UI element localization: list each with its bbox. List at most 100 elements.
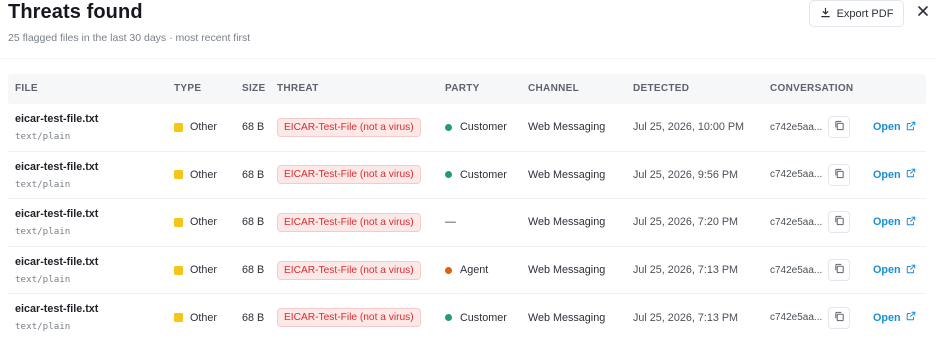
external-link-icon bbox=[906, 311, 916, 324]
channel-label: Web Messaging bbox=[528, 168, 606, 181]
copy-conversation-button[interactable] bbox=[828, 211, 851, 234]
external-link-icon bbox=[906, 264, 916, 277]
table-row: eicar-test-file.txt text/plain Other 68 … bbox=[8, 294, 926, 339]
table-body: eicar-test-file.txt text/plain Other 68 … bbox=[8, 104, 926, 339]
type-color-square bbox=[174, 313, 183, 323]
open-conversation-link[interactable]: Open bbox=[873, 121, 916, 134]
column-header-party: PARTY bbox=[445, 83, 480, 94]
channel-label: Web Messaging bbox=[528, 264, 606, 277]
party-cell: — bbox=[445, 199, 456, 246]
conversation-cell: c742e5aa... bbox=[770, 294, 851, 339]
type-cell: Other bbox=[174, 199, 217, 246]
file-mime-type: text/plain bbox=[15, 273, 71, 285]
close-button[interactable] bbox=[913, 2, 933, 24]
copy-conversation-button[interactable] bbox=[828, 259, 851, 282]
file-mime-type: text/plain bbox=[15, 131, 71, 142]
copy-icon bbox=[834, 168, 845, 182]
file-mime-type: text/plain bbox=[15, 178, 71, 190]
type-cell: Other bbox=[174, 152, 217, 199]
open-conversation-link[interactable]: Open bbox=[873, 168, 916, 181]
type-color-square bbox=[174, 265, 183, 275]
external-link-icon bbox=[906, 168, 916, 181]
threat-badge: EICAR-Test-File (not a virus) bbox=[277, 260, 421, 280]
detected-timestamp: Jul 25, 2026, 7:13 PM bbox=[633, 264, 739, 277]
file-size: 68 B bbox=[242, 168, 265, 181]
file-size: 68 B bbox=[242, 311, 265, 324]
copy-conversation-button[interactable] bbox=[828, 306, 851, 329]
threats-table: FILE TYPE SIZE THREAT PARTY CHANNEL DETE… bbox=[8, 74, 926, 339]
copy-conversation-button[interactable] bbox=[828, 163, 851, 186]
detected-timestamp: Jul 25, 2026, 9:56 PM bbox=[633, 168, 739, 181]
type-label: Other bbox=[190, 264, 218, 277]
party-label: Customer bbox=[460, 121, 507, 134]
open-cell: Open bbox=[873, 294, 916, 339]
type-cell: Other bbox=[174, 294, 217, 339]
open-cell: Open bbox=[873, 152, 916, 199]
type-label: Other bbox=[190, 121, 218, 134]
column-header-conversation: CONVERSATION bbox=[770, 83, 854, 94]
file-size: 68 B bbox=[242, 121, 265, 134]
copy-icon bbox=[834, 215, 845, 229]
party-status-dot bbox=[445, 123, 452, 131]
conversation-cell: c742e5aa... bbox=[770, 104, 851, 151]
open-label: Open bbox=[873, 311, 901, 324]
party-cell: Customer bbox=[445, 104, 507, 151]
table-row: eicar-test-file.txt text/plain Other 68 … bbox=[8, 152, 926, 200]
open-label: Open bbox=[873, 168, 901, 181]
party-label: Agent bbox=[460, 264, 489, 277]
threat-badge: EICAR-Test-File (not a virus) bbox=[277, 117, 421, 137]
conversation-id: c742e5aa... bbox=[770, 264, 823, 276]
file-mime-type: text/plain bbox=[15, 321, 71, 333]
file-name: eicar-test-file.txt bbox=[15, 303, 99, 316]
open-label: Open bbox=[873, 121, 901, 134]
file-size: 68 B bbox=[242, 216, 265, 229]
party-label: — bbox=[445, 216, 456, 229]
detected-timestamp: Jul 25, 2026, 10:00 PM bbox=[633, 121, 745, 134]
type-label: Other bbox=[190, 311, 218, 324]
party-label: Customer bbox=[460, 168, 507, 181]
threat-cell: EICAR-Test-File (not a virus) bbox=[277, 199, 421, 246]
file-name: eicar-test-file.txt bbox=[15, 255, 99, 268]
party-cell: Agent bbox=[445, 247, 488, 294]
open-label: Open bbox=[873, 264, 901, 277]
export-pdf-button[interactable]: Export PDF bbox=[809, 0, 904, 27]
external-link-icon bbox=[906, 121, 916, 134]
open-cell: Open bbox=[873, 247, 916, 294]
close-icon bbox=[917, 4, 929, 22]
file-name: eicar-test-file.txt bbox=[15, 160, 99, 173]
open-conversation-link[interactable]: Open bbox=[873, 216, 916, 229]
type-cell: Other bbox=[174, 247, 217, 294]
party-status-dot bbox=[445, 266, 452, 274]
channel-label: Web Messaging bbox=[528, 311, 606, 324]
table-row: eicar-test-file.txt text/plain Other 68 … bbox=[8, 247, 926, 295]
party-status-dot bbox=[445, 171, 452, 179]
column-header-detected: DETECTED bbox=[633, 83, 690, 94]
channel-label: Web Messaging bbox=[528, 216, 606, 229]
party-label: Customer bbox=[460, 311, 507, 324]
open-cell: Open bbox=[873, 104, 916, 151]
column-header-channel: CHANNEL bbox=[528, 83, 579, 94]
open-conversation-link[interactable]: Open bbox=[873, 264, 916, 277]
conversation-id: c742e5aa... bbox=[770, 121, 823, 133]
open-cell: Open bbox=[873, 199, 916, 246]
open-conversation-link[interactable]: Open bbox=[873, 311, 916, 324]
table-row: eicar-test-file.txt text/plain Other 68 … bbox=[8, 199, 926, 247]
conversation-id: c742e5aa... bbox=[770, 312, 823, 324]
conversation-id: c742e5aa... bbox=[770, 216, 823, 228]
copy-icon bbox=[834, 311, 845, 325]
type-label: Other bbox=[190, 168, 218, 181]
file-name: eicar-test-file.txt bbox=[15, 113, 99, 125]
threat-badge: EICAR-Test-File (not a virus) bbox=[277, 212, 421, 232]
page-header: Threats found 25 flagged files in the la… bbox=[0, 0, 936, 60]
table-header: FILE TYPE SIZE THREAT PARTY CHANNEL DETE… bbox=[8, 74, 926, 104]
conversation-cell: c742e5aa... bbox=[770, 199, 851, 246]
threat-cell: EICAR-Test-File (not a virus) bbox=[277, 294, 421, 339]
copy-icon bbox=[834, 263, 845, 277]
type-cell: Other bbox=[174, 104, 217, 151]
threat-badge: EICAR-Test-File (not a virus) bbox=[277, 308, 421, 328]
type-label: Other bbox=[190, 216, 218, 229]
table-row: eicar-test-file.txt text/plain Other 68 … bbox=[8, 104, 926, 152]
copy-conversation-button[interactable] bbox=[828, 116, 851, 139]
column-header-file: FILE bbox=[15, 83, 38, 94]
file-name: eicar-test-file.txt bbox=[15, 208, 99, 221]
